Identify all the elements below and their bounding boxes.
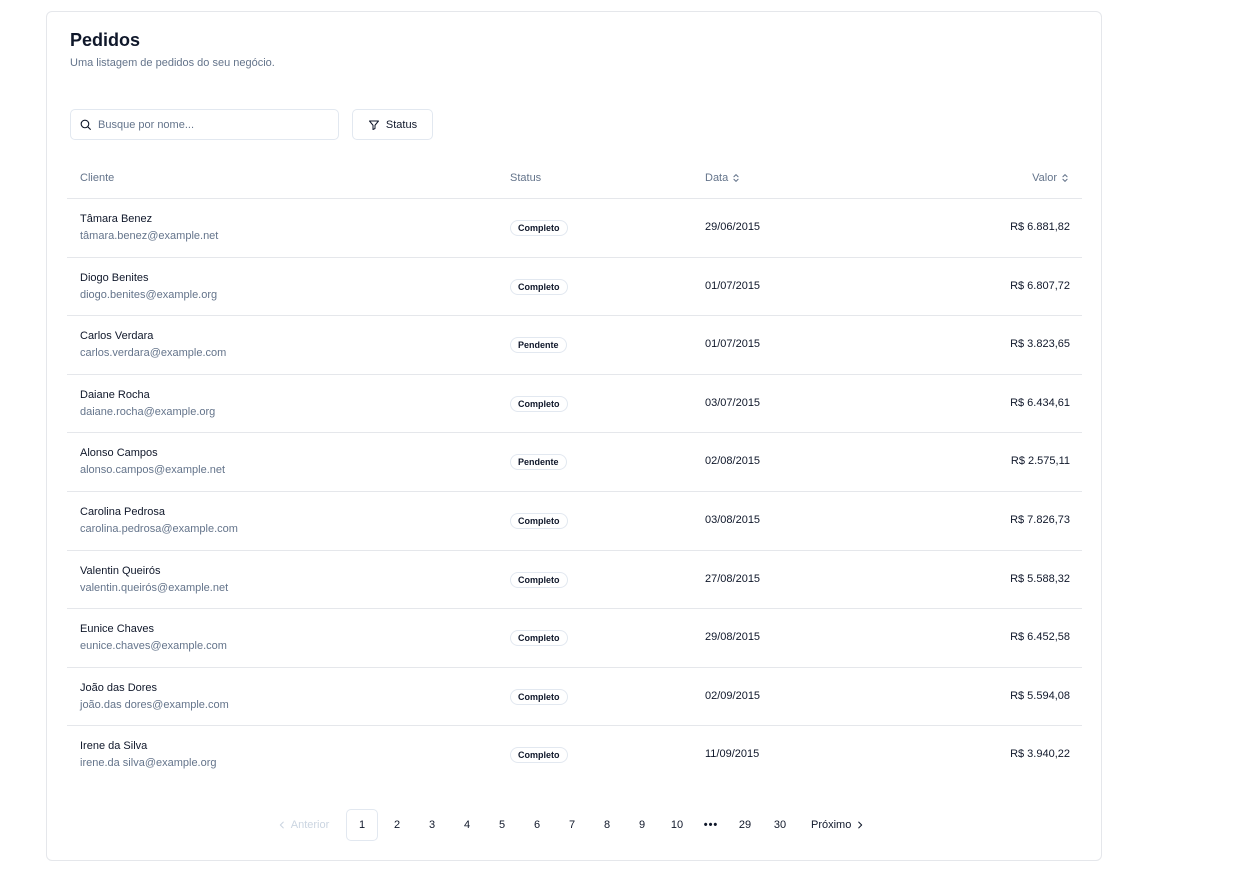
client-name: Diogo Benites [80, 271, 149, 284]
order-date: 11/09/2015 [705, 748, 760, 761]
client-email: diogo.benites@example.org [80, 288, 218, 301]
table-row[interactable]: Valentin Queirós valentin.queirós@exampl… [67, 551, 1082, 610]
status-badge: Pendente [510, 337, 567, 354]
status-badge: Completo [510, 220, 568, 236]
pagination-prev[interactable]: Anterior [265, 819, 341, 831]
column-date[interactable]: Data [705, 172, 741, 184]
client-email: carolina.pedrosa@example.com [80, 522, 238, 535]
pagination-next-label: Próximo [811, 819, 852, 831]
column-value-label: Valor [1032, 172, 1057, 184]
column-status: Status [510, 172, 542, 184]
pagination-ellipsis: ••• [703, 819, 719, 831]
table-header: Cliente Status Data Valor [67, 159, 1082, 199]
order-date: 03/07/2015 [705, 396, 761, 409]
order-value: R$ 3.823,65 [1010, 338, 1070, 351]
order-value: R$ 7.826,73 [1010, 513, 1070, 526]
client-email: alonso.campos@example.net [80, 464, 226, 477]
status-filter-label: Status [385, 118, 418, 131]
status-badge: Completo [510, 512, 568, 529]
pagination: Anterior 1 2 3 4 5 6 7 8 9 10 ••• 29 30 … [265, 809, 873, 841]
pagination-next[interactable]: Próximo [803, 819, 873, 831]
table-body: Tâmara Benez tâmara.benez@example.net Co… [67, 199, 1082, 785]
client-name: Valentin Queirós [80, 564, 161, 577]
pagination-prev-label: Anterior [290, 819, 330, 831]
page-button-7[interactable]: 7 [556, 809, 588, 841]
order-value: R$ 5.594,08 [1010, 689, 1070, 702]
column-value[interactable]: Valor [1032, 172, 1070, 184]
page-button-5[interactable]: 5 [486, 809, 518, 841]
order-value: R$ 6.807,72 [1010, 279, 1070, 292]
table-row[interactable]: João das Dores joão.das dores@example.co… [67, 668, 1082, 727]
client-name: Alonso Campos [80, 447, 158, 460]
order-date: 01/07/2015 [705, 279, 761, 292]
status-badge: Completo [510, 395, 568, 412]
order-value: R$ 6.452,58 [1010, 631, 1070, 644]
client-name: Eunice Chaves [80, 623, 154, 636]
chevron-left-icon [279, 821, 284, 829]
order-date: 27/08/2015 [705, 572, 761, 585]
filter-icon [368, 120, 379, 130]
status-badge: Pendente [510, 454, 567, 471]
page-button-6[interactable]: 6 [521, 809, 553, 841]
table-row[interactable]: Carolina Pedrosa carolina.pedrosa@exampl… [67, 492, 1082, 551]
page-button-4[interactable]: 4 [451, 809, 483, 841]
client-name: João das Dores [80, 681, 158, 694]
order-date: 02/09/2015 [705, 689, 761, 702]
page-button-3[interactable]: 3 [416, 809, 448, 841]
client-name: Daiane Rocha [80, 388, 150, 401]
orders-card: Pedidos Uma listagem de pedidos do seu n… [46, 11, 1102, 861]
client-email: valentin.queirós@example.net [80, 581, 229, 594]
page-subtitle: Uma listagem de pedidos do seu negócio. [70, 57, 275, 69]
order-value: R$ 6.881,82 [1010, 221, 1070, 233]
client-email: daiane.rocha@example.org [80, 405, 216, 418]
sort-icon [1062, 174, 1068, 182]
chevron-right-icon [858, 821, 863, 829]
sort-icon [733, 174, 739, 182]
order-date: 03/08/2015 [705, 513, 761, 526]
order-value: R$ 5.588,32 [1010, 572, 1070, 585]
page-button-9[interactable]: 9 [626, 809, 658, 841]
page-button-30[interactable]: 30 [764, 809, 796, 841]
page-button-29[interactable]: 29 [729, 809, 761, 841]
table-row[interactable]: Carlos Verdara carlos.verdara@example.co… [67, 316, 1082, 375]
status-badge: Completo [510, 278, 568, 295]
client-email: carlos.verdara@example.com [80, 347, 227, 360]
page-button-2[interactable]: 2 [381, 809, 413, 841]
client-email: tâmara.benez@example.net [80, 230, 219, 242]
client-email: joão.das dores@example.com [80, 698, 229, 711]
table-row[interactable]: Tâmara Benez tâmara.benez@example.net Co… [67, 199, 1082, 258]
order-value: R$ 2.575,11 [1010, 455, 1070, 468]
client-email: eunice.chaves@example.com [80, 640, 227, 653]
client-name: Carlos Verdara [80, 330, 154, 343]
table-row[interactable]: Eunice Chaves eunice.chaves@example.com … [67, 609, 1082, 668]
search-icon [80, 119, 91, 130]
client-name: Carolina Pedrosa [80, 505, 165, 518]
table-row[interactable]: Diogo Benites diogo.benites@example.org … [67, 258, 1082, 317]
search-input[interactable] [98, 118, 318, 131]
column-date-label: Data [705, 172, 729, 184]
order-value: R$ 6.434,61 [1010, 396, 1070, 409]
page-title: Pedidos [70, 30, 141, 50]
client-email: irene.da silva@example.org [80, 757, 217, 770]
table-row[interactable]: Irene da Silva irene.da silva@example.or… [67, 726, 1082, 785]
page-button-1[interactable]: 1 [346, 809, 378, 841]
status-badge: Completo [510, 571, 568, 588]
page-button-8[interactable]: 8 [591, 809, 623, 841]
search-box[interactable] [70, 109, 339, 140]
order-value: R$ 3.940,22 [1010, 748, 1070, 761]
table-row[interactable]: Alonso Campos alonso.campos@example.net … [67, 433, 1082, 492]
status-badge: Completo [510, 688, 568, 705]
client-name: Irene da Silva [80, 740, 148, 753]
column-client: Cliente [80, 172, 115, 184]
order-date: 29/06/2015 [705, 221, 761, 233]
order-date: 29/08/2015 [705, 631, 761, 644]
table-row[interactable]: Daiane Rocha daiane.rocha@example.org Co… [67, 375, 1082, 434]
client-name: Tâmara Benez [80, 213, 153, 225]
order-date: 02/08/2015 [705, 455, 761, 468]
status-badge: Completo [510, 747, 568, 764]
page-button-10[interactable]: 10 [661, 809, 693, 841]
status-filter-button[interactable]: Status [352, 109, 433, 140]
status-badge: Completo [510, 630, 568, 647]
order-date: 01/07/2015 [705, 338, 761, 351]
